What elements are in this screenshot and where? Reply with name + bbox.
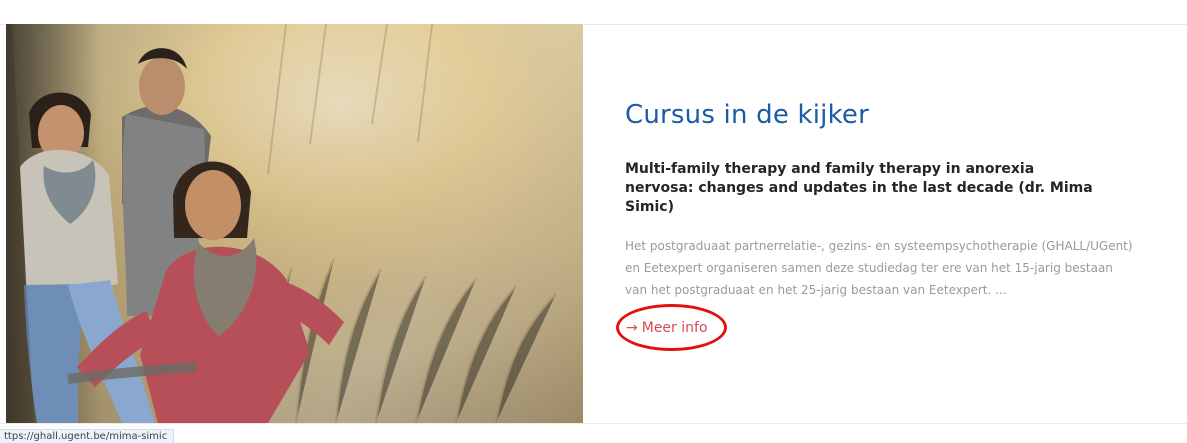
arrow-right-icon: → — [626, 320, 638, 336]
bottom-divider — [0, 423, 1187, 424]
more-info-link[interactable]: → Meer info — [626, 316, 721, 340]
feature-heading: Cursus in de kijker — [625, 100, 870, 130]
course-feature-page: Cursus in de kijker Multi-family therapy… — [0, 0, 1187, 443]
status-url: ttps://ghall.ugent.be/mima-simic — [0, 429, 175, 443]
more-info-label: Meer info — [641, 320, 708, 336]
family-photo — [6, 24, 583, 423]
course-description: Het postgraduaat partnerrelatie-, gezins… — [625, 239, 1133, 297]
course-title[interactable]: Multi-family therapy and family therapy … — [625, 160, 1100, 217]
feature-content: Cursus in de kijker Multi-family therapy… — [625, 97, 1145, 301]
